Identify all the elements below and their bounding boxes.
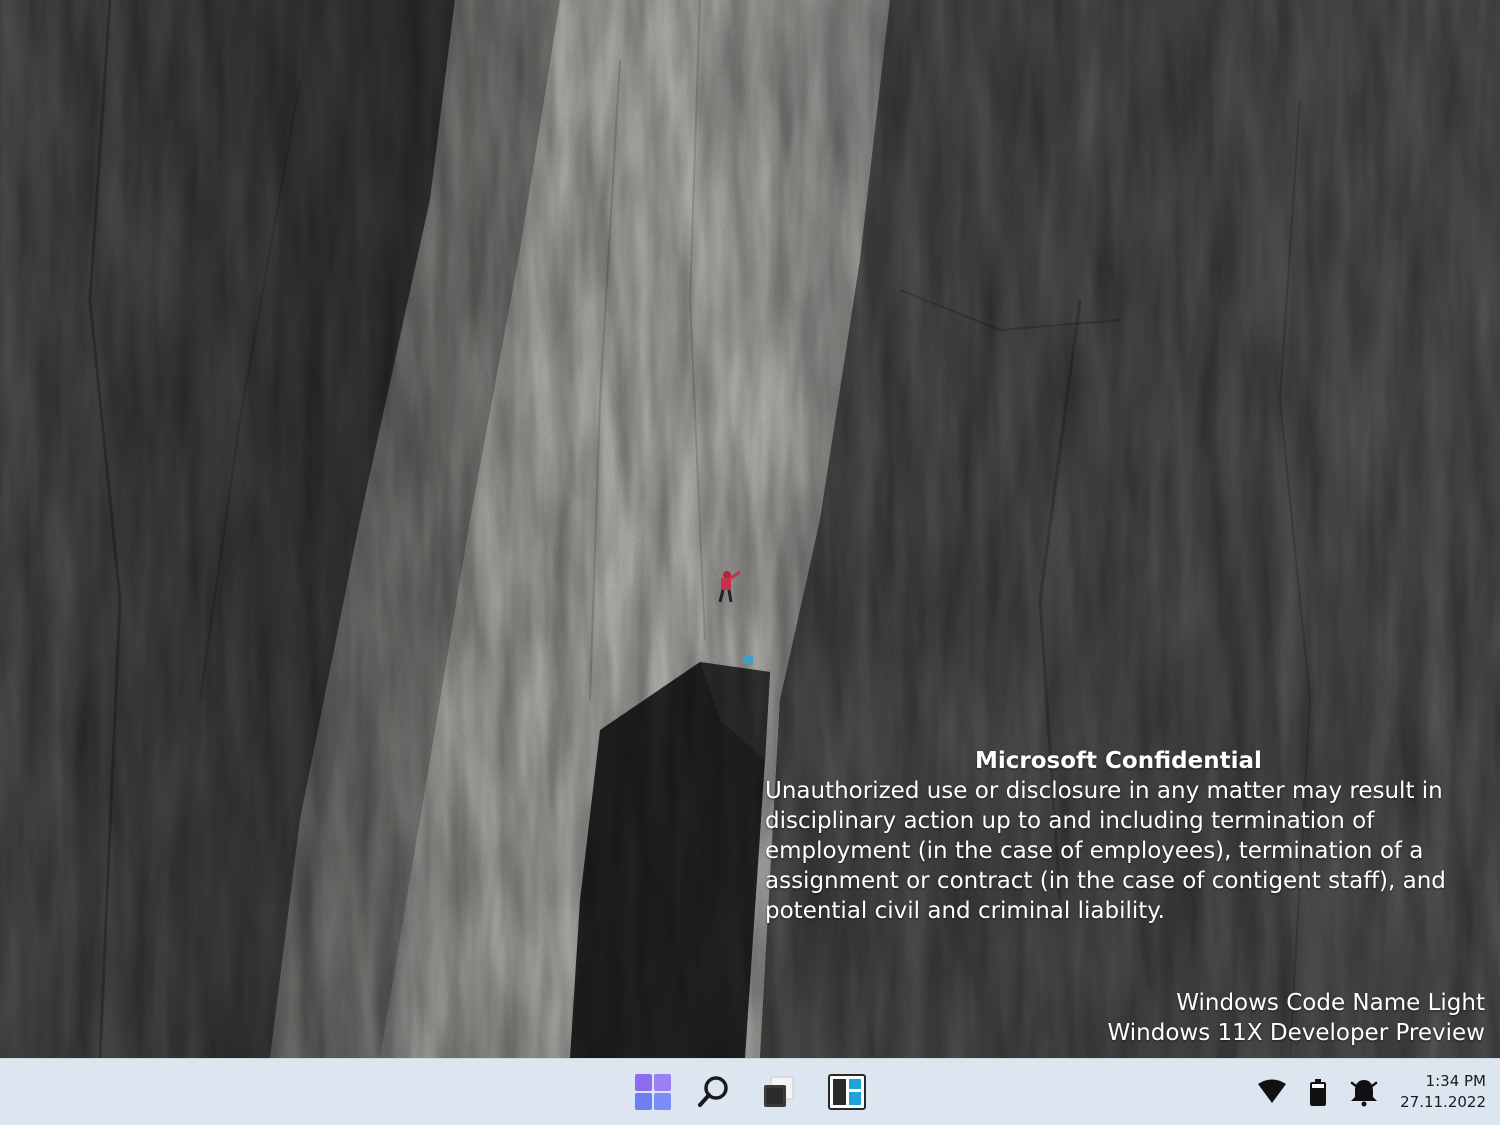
notification-bell-icon (1350, 1080, 1378, 1107)
notification-button[interactable] (1347, 1075, 1381, 1109)
build-info-line-1: Windows Code Name Light (1176, 990, 1485, 1016)
widgets-button[interactable] (824, 1069, 870, 1115)
task-view-icon (764, 1076, 794, 1107)
windows-logo-icon (635, 1074, 671, 1110)
watermark-body: Unauthorized use or disclosure in any ma… (765, 778, 1446, 924)
clock-time: 1:34 PM (1425, 1072, 1486, 1090)
battery-button[interactable] (1301, 1075, 1335, 1109)
watermark-title: Microsoft Confidential (975, 748, 1262, 774)
task-view-button[interactable] (755, 1069, 801, 1115)
build-info-line-2: Windows 11X Developer Preview (1107, 1020, 1485, 1046)
desktop[interactable]: Microsoft Confidential Unauthorized use … (0, 0, 1500, 1058)
wifi-icon (1258, 1079, 1286, 1103)
battery-icon (1310, 1079, 1326, 1106)
search-button[interactable] (690, 1069, 736, 1115)
start-button[interactable] (630, 1069, 676, 1115)
clock[interactable]: 1:34 PM 27.11.2022 (1400, 1071, 1486, 1113)
widgets-icon (828, 1074, 866, 1110)
build-info: Windows Code Name Light Windows 11X Deve… (1108, 988, 1485, 1048)
clock-date: 27.11.2022 (1400, 1093, 1486, 1111)
search-icon (698, 1076, 728, 1107)
taskbar: 1:34 PM 27.11.2022 (0, 1058, 1500, 1125)
confidential-watermark: Microsoft Confidential Unauthorized use … (765, 746, 1455, 926)
wifi-button[interactable] (1255, 1075, 1289, 1109)
